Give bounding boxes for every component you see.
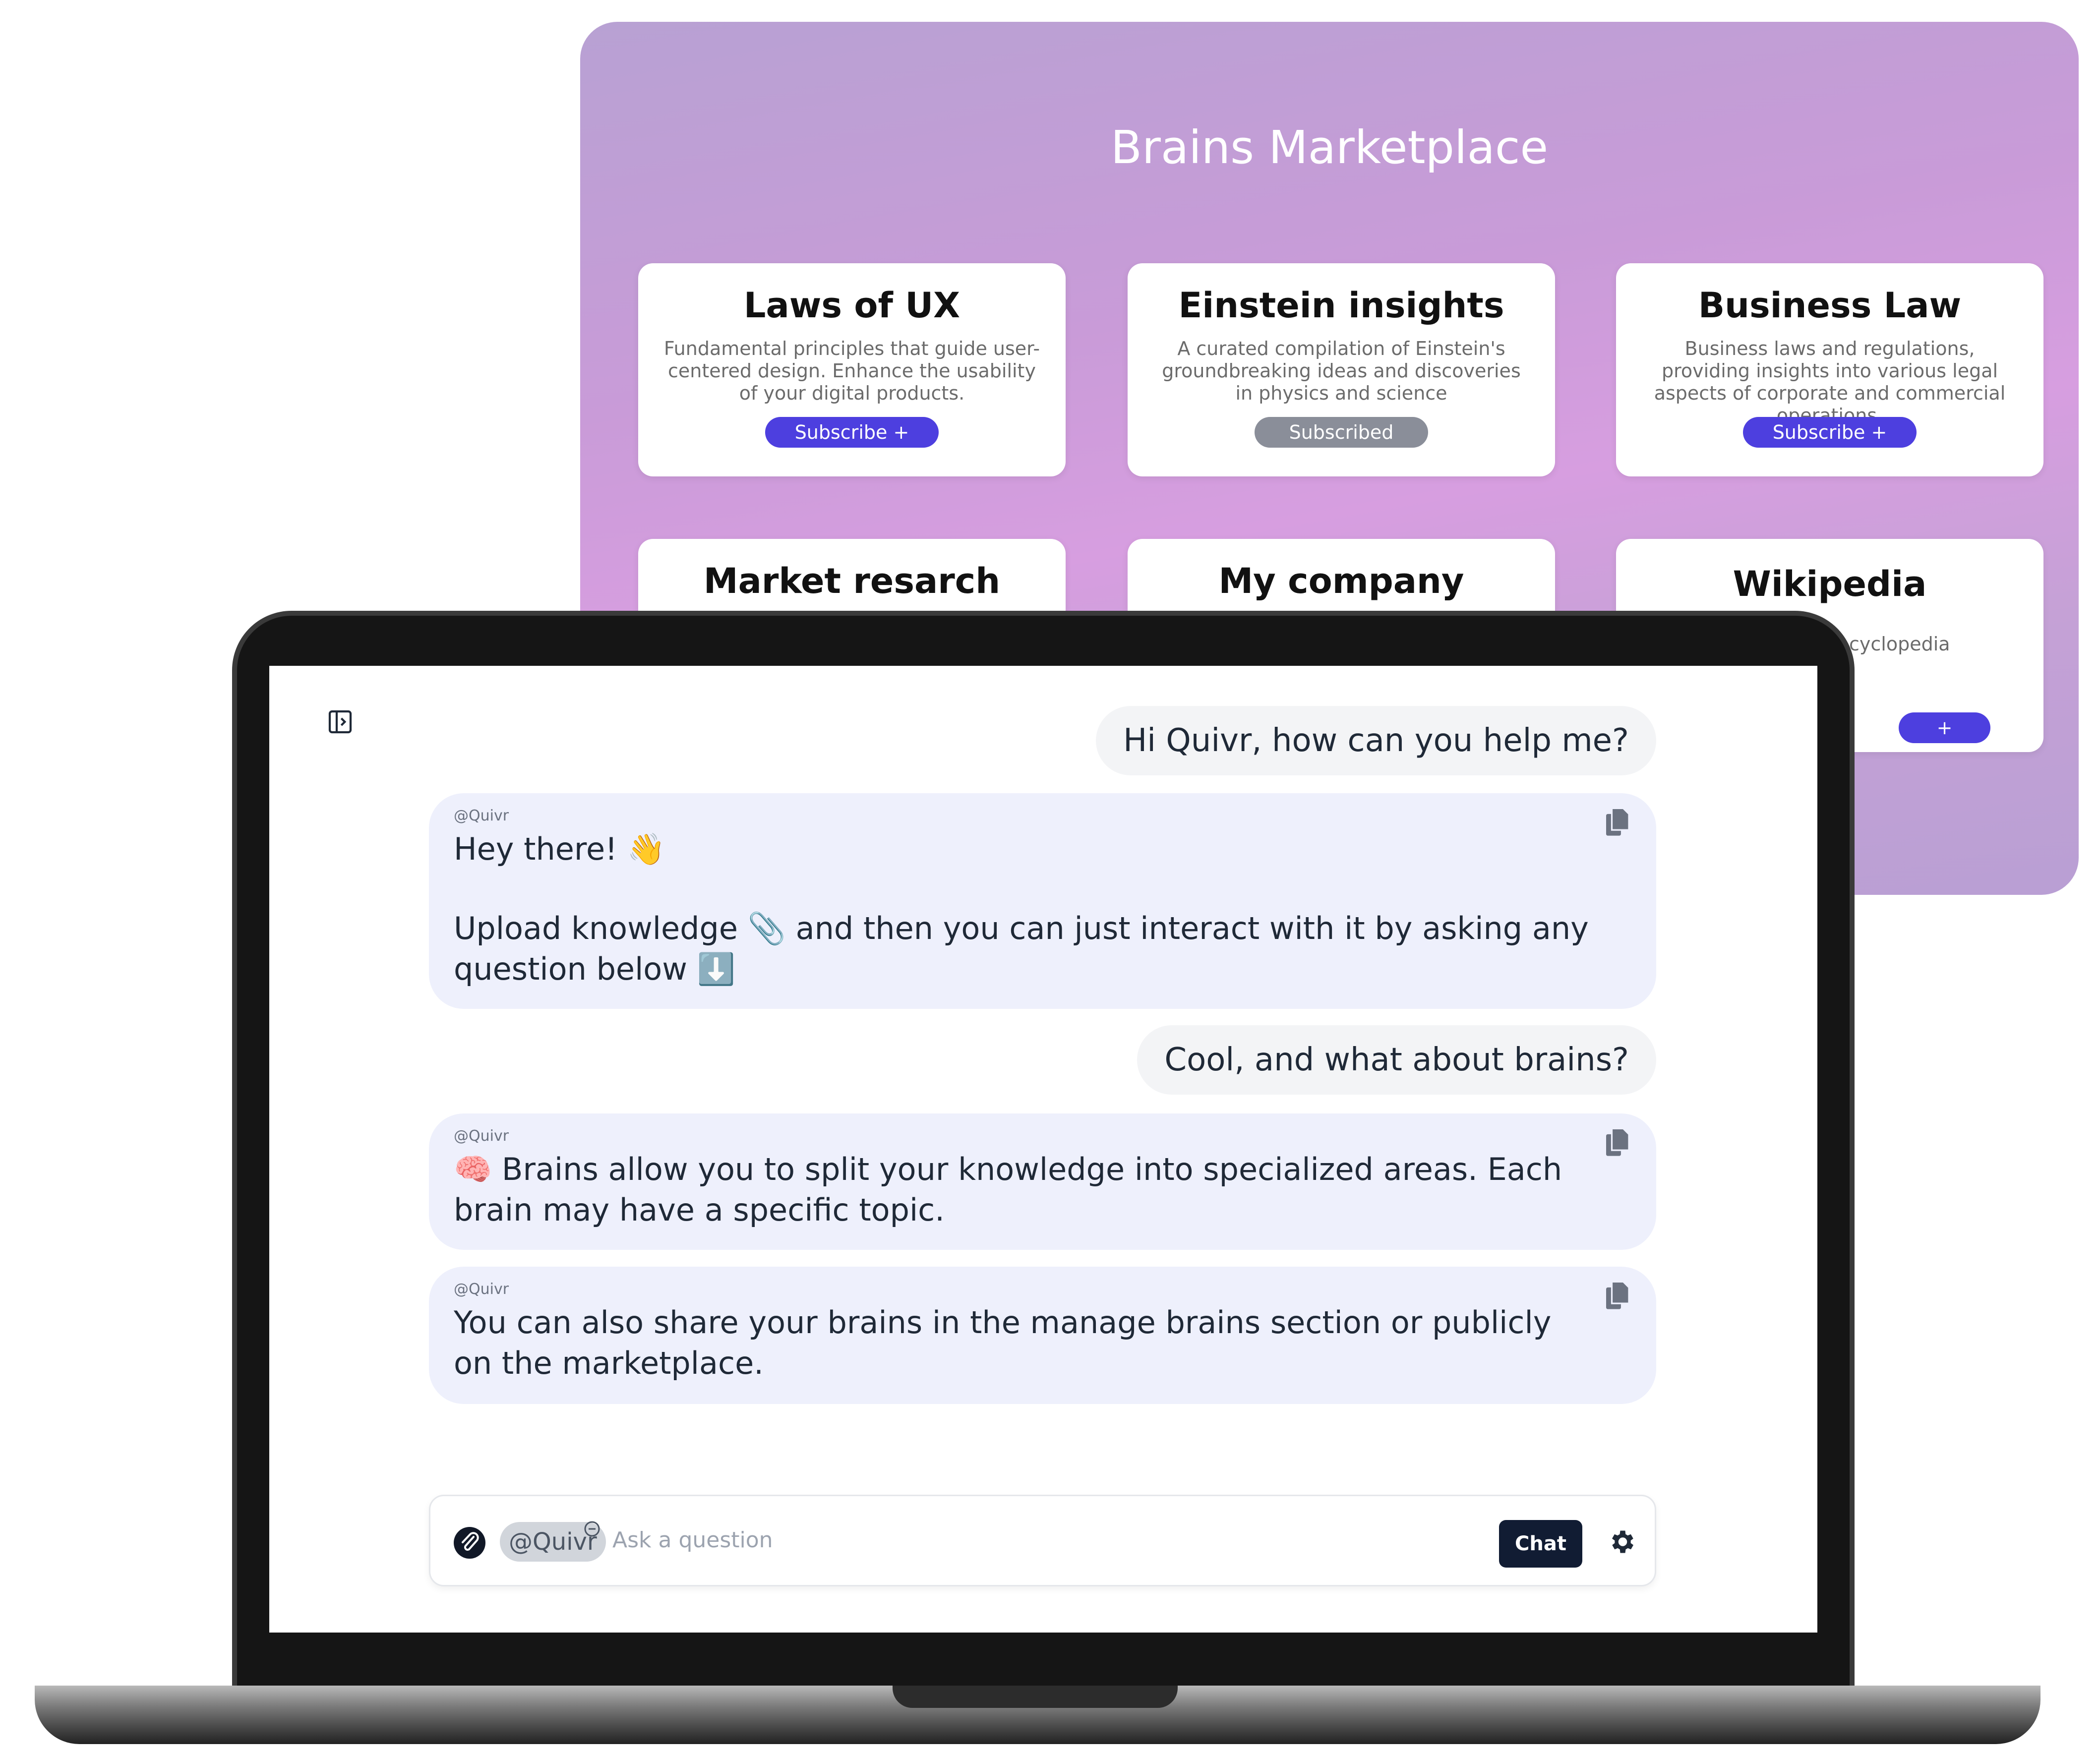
user-message-text: Cool, and what about brains? [1164,1042,1629,1078]
copy-icon[interactable] [1606,1281,1630,1309]
assistant-message-line: You can also share your brains in the ma… [454,1304,1552,1381]
copy-icon[interactable] [1606,807,1630,836]
ask-question-input[interactable] [611,1522,1456,1558]
brain-card-title: Market resarch [703,561,1001,601]
assistant-message-line: Upload knowledge 📎 and then you can just… [454,910,1589,987]
brain-card-einstein-insights[interactable]: Einstein insights A curated compilation … [1128,263,1555,476]
brain-card-title: Einstein insights [1178,285,1504,326]
chat-send-button[interactable]: Chat [1499,1520,1582,1568]
gear-icon[interactable] [1607,1527,1636,1557]
assistant-message-line: 🧠 Brains allow you to split your knowled… [454,1151,1562,1228]
brain-card-description: cyclopedia [1849,633,1950,655]
brain-card-title: Business Law [1698,285,1962,326]
user-message-text: Hi Quivr, how can you help me? [1123,722,1629,759]
brain-card-title: Wikipedia [1733,564,1927,604]
assistant-message: @Quivr Hey there! 👋 Upload knowledge 📎 a… [429,793,1656,1009]
assistant-message: @Quivr 🧠 Brains allow you to split your … [429,1113,1656,1250]
brain-card-title: My company [1218,561,1464,601]
subscribe-button[interactable]: + [1899,712,1990,743]
assistant-message: @Quivr You can also share your brains in… [429,1267,1656,1404]
message-author: @Quivr [454,1281,509,1298]
message-author: @Quivr [454,807,509,824]
brain-card-business-law[interactable]: Business Law Business laws and regulatio… [1616,263,2043,476]
assistant-message-line [454,870,1597,908]
paperclip-icon[interactable] [454,1527,485,1559]
chat-input-bar: @Quivr Chat [429,1495,1656,1586]
chat-screen: Hi Quivr, how can you help me? @Quivr He… [269,666,1817,1633]
copy-icon[interactable] [1606,1127,1630,1156]
brain-card-description: Business laws and regulations, providing… [1654,338,2006,426]
remove-mention-icon[interactable] [583,1520,601,1538]
assistant-message-line: Hey there! 👋 [454,831,665,867]
brain-card-laws-of-ux[interactable]: Laws of UX Fundamental principles that g… [638,263,1066,476]
user-message: Cool, and what about brains? [1137,1025,1656,1095]
laptop-notch [893,1686,1178,1708]
subscribed-button[interactable]: Subscribed [1255,417,1428,448]
brain-card-description: Fundamental principles that guide user-c… [663,338,1040,404]
sidebar-toggle-icon[interactable] [326,708,354,736]
user-message: Hi Quivr, how can you help me? [1096,706,1656,775]
brain-card-description: A curated compilation of Einstein's grou… [1162,338,1521,404]
subscribe-button[interactable]: Subscribe + [1743,417,1917,448]
brain-card-title: Laws of UX [743,285,960,326]
message-author: @Quivr [454,1127,509,1145]
subscribe-button[interactable]: Subscribe + [765,417,939,448]
marketplace-title: Brains Marketplace [1110,121,1549,174]
